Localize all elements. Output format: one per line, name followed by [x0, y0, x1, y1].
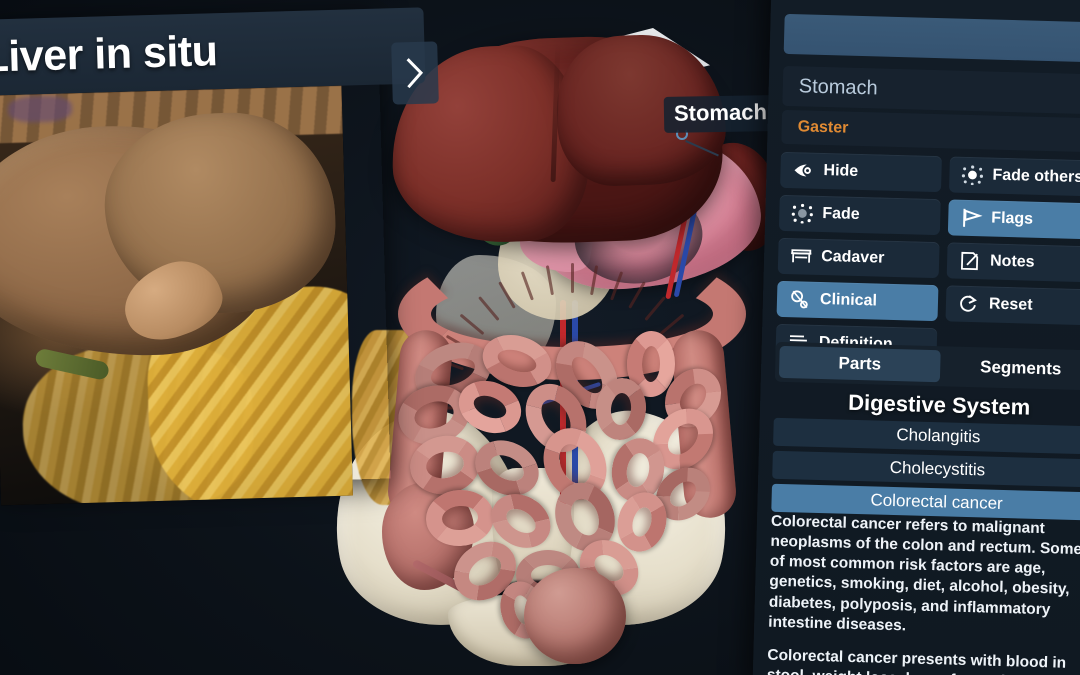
reset-button[interactable]: Reset — [945, 285, 1080, 326]
system-title: Digestive System — [847, 389, 1031, 420]
conditions-list: Cholangitis Cholecystitis Colorectal can… — [771, 417, 1080, 526]
urinary-bladder[interactable] — [524, 568, 626, 664]
clinical-paragraph-2: Colorectal cancer presents with blood in… — [767, 646, 1080, 675]
hide-label: Hide — [823, 162, 859, 180]
structure-name: Stomach — [798, 74, 879, 99]
fade-others-button[interactable]: Fade others — [948, 156, 1080, 197]
notes-icon — [959, 251, 982, 272]
chevron-right-icon — [406, 58, 424, 89]
hide-button[interactable]: Hide — [780, 151, 942, 193]
photo-vessel-stain — [7, 95, 73, 123]
flag-icon — [960, 208, 983, 229]
condition-cholecystitis[interactable]: Cholecystitis — [772, 450, 1080, 488]
latin-name: Gaster — [797, 118, 849, 137]
cadaver-icon — [790, 246, 813, 267]
stomach-callout-label[interactable]: Stomach — [663, 95, 778, 133]
clinical-label: Clinical — [819, 290, 878, 310]
clinical-paragraph-1: Colorectal cancer refers to malignant ne… — [768, 512, 1080, 635]
clinical-button[interactable]: Clinical — [776, 280, 939, 322]
liver-organ[interactable] — [388, 32, 728, 249]
intestine-loop — [423, 487, 497, 549]
cadaver-title: Liver in situ — [0, 26, 218, 82]
eye-icon — [792, 160, 815, 181]
structure-name-row: Stomach — [782, 65, 1080, 115]
cadaver-button[interactable]: Cadaver — [777, 237, 940, 279]
parts-segments-tabs: Parts Segments — [774, 341, 1080, 391]
clinical-description: Colorectal cancer refers to malignant ne… — [764, 512, 1080, 675]
fade-icon — [791, 203, 814, 224]
flags-label: Flags — [991, 209, 1034, 228]
fade-button[interactable]: Fade — [778, 194, 941, 236]
cadaver-photo-card[interactable]: Liver in situ — [0, 7, 426, 506]
fade-others-label: Fade others — [992, 166, 1080, 187]
condition-cholangitis[interactable]: Cholangitis — [773, 417, 1080, 455]
tab-segments[interactable]: Segments — [940, 350, 1080, 386]
clinical-icon — [789, 289, 812, 310]
latin-name-row: Gaster — [781, 109, 1080, 153]
structure-info-panel: Stomach Gaster Hide Fade others Fade Fla… — [752, 0, 1080, 675]
fade-label: Fade — [822, 204, 860, 223]
fade-others-icon — [961, 165, 984, 186]
notes-label: Notes — [989, 252, 1035, 271]
tab-parts[interactable]: Parts — [778, 345, 941, 383]
app-screen: Stomach Liver in situ Stomach Gaster Hid… — [0, 0, 1080, 675]
search-input[interactable] — [783, 13, 1080, 63]
tool-button-grid: Hide Fade others Fade Flags Cadaver Note… — [775, 151, 1080, 369]
cadaver-title-bar: Liver in situ — [0, 7, 426, 96]
notes-button[interactable]: Notes — [946, 242, 1080, 283]
flags-button[interactable]: Flags — [947, 199, 1080, 240]
cadaver-photo — [0, 85, 353, 506]
reset-label: Reset — [988, 295, 1033, 314]
cadaver-label: Cadaver — [820, 247, 885, 267]
reset-icon — [958, 294, 981, 315]
next-image-button[interactable] — [391, 41, 439, 105]
